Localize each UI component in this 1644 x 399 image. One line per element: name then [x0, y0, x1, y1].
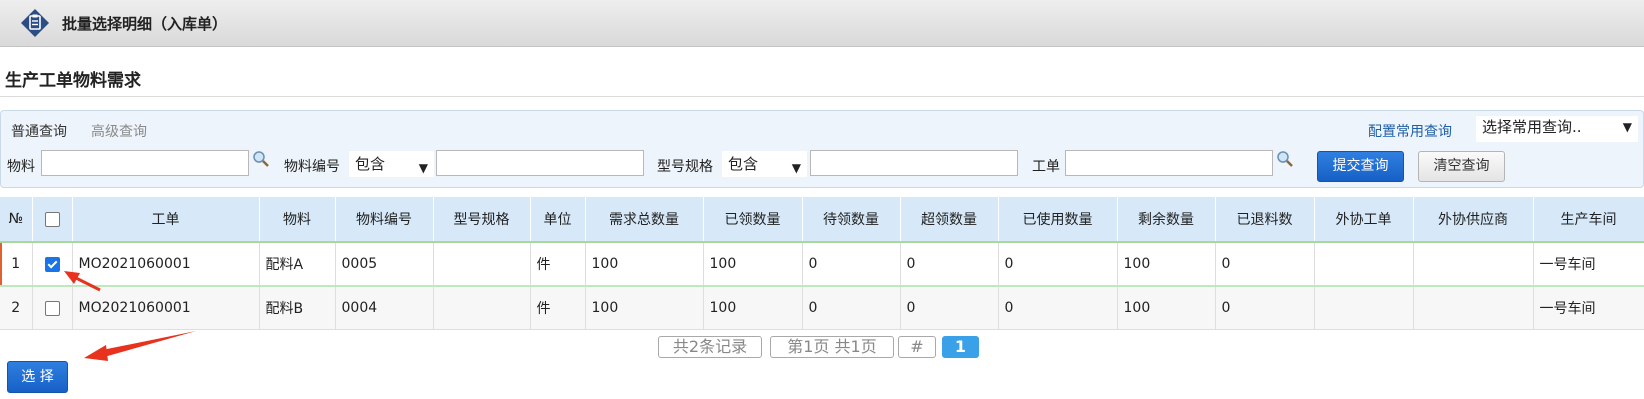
cell-over-qty: 0 — [900, 286, 999, 330]
work-order-input[interactable] — [1065, 150, 1273, 176]
cell-unit: 件 — [530, 242, 586, 287]
cell-returned-qty: 0 — [1215, 242, 1315, 287]
cell-used-qty: 0 — [998, 242, 1118, 287]
model-spec-operator-value: 包含 — [728, 155, 759, 173]
cell-remaining-qty: 100 — [1117, 242, 1216, 287]
row-checkbox[interactable] — [44, 256, 60, 272]
cell-material: 配料B — [259, 286, 336, 330]
pager-current-page[interactable]: 1 — [942, 336, 979, 358]
column-header-model-spec[interactable]: 型号规格 — [433, 197, 531, 243]
cell-material-code: 0004 — [335, 286, 434, 330]
cell-model-spec — [433, 242, 531, 287]
model-spec-label: 型号规格 — [657, 159, 713, 175]
cell-material-code: 0005 — [335, 242, 434, 287]
annotation-arrow-select-button — [84, 331, 196, 361]
cell-outsourced-supplier — [1413, 286, 1534, 330]
tab-advanced-query[interactable]: 高级查询 — [91, 121, 147, 141]
chevron-down-icon: ▼ — [418, 161, 428, 175]
cell-select — [32, 286, 73, 330]
tab-basic-query[interactable]: 普通查询 — [11, 121, 67, 141]
cell-work-order: MO2021060001 — [72, 242, 260, 287]
cell-required-qty: 100 — [585, 242, 704, 287]
material-code-operator-value: 包含 — [355, 155, 386, 173]
page-title: 生产工单物料需求 — [5, 71, 141, 91]
cell-outsourced-order — [1314, 242, 1414, 287]
cell-work-order: MO2021060001 — [72, 286, 260, 330]
cell-over-qty: 0 — [900, 242, 999, 287]
cell-model-spec — [433, 286, 531, 330]
column-header-outsourced-supplier[interactable]: 外协供应商 — [1413, 197, 1534, 243]
material-input[interactable] — [41, 150, 249, 176]
cell-pending-qty: 0 — [802, 286, 901, 330]
cell-pending-qty: 0 — [802, 242, 901, 287]
column-header-work-order[interactable]: 工单 — [72, 197, 260, 243]
column-header-returned-qty[interactable]: 已退料数 — [1215, 197, 1315, 243]
cell-remaining-qty: 100 — [1117, 286, 1216, 330]
search-icon[interactable] — [252, 150, 270, 168]
window-titlebar: 批量选择明细（入库单） — [0, 0, 1644, 47]
table-header-row: № 工单 物料 物料编号 型号规格 单位 需求总数量 已领数量 待领数量 超领数… — [0, 197, 1644, 243]
column-header-material[interactable]: 物料 — [259, 197, 336, 243]
column-header-received-qty[interactable]: 已领数量 — [703, 197, 803, 243]
cell-required-qty: 100 — [585, 286, 704, 330]
document-icon — [21, 9, 49, 37]
select-all-checkbox[interactable] — [44, 211, 60, 227]
column-header-remaining-qty[interactable]: 剩余数量 — [1117, 197, 1216, 243]
column-header-workshop[interactable]: 生产车间 — [1533, 197, 1644, 243]
material-code-input[interactable] — [436, 150, 644, 176]
cell-workshop: 一号车间 — [1533, 286, 1644, 330]
material-code-label: 物料编号 — [284, 159, 340, 175]
cell-no: 2 — [0, 286, 33, 330]
column-header-unit[interactable]: 单位 — [530, 197, 586, 243]
cell-no: 1 — [0, 242, 33, 287]
column-header-used-qty[interactable]: 已使用数量 — [998, 197, 1118, 243]
cell-material: 配料A — [259, 242, 336, 287]
cell-outsourced-order — [1314, 286, 1414, 330]
search-icon[interactable] — [1276, 150, 1294, 168]
table-row[interactable]: 2 MO2021060001 配料B 0004 件 100 100 0 0 0 … — [0, 286, 1644, 330]
materials-table: № 工单 物料 物料编号 型号规格 单位 需求总数量 已领数量 待领数量 超领数… — [0, 197, 1644, 330]
select-button[interactable]: 选 择 — [7, 361, 68, 393]
clear-query-button[interactable]: 清空查询 — [1418, 151, 1505, 182]
chevron-down-icon: ▼ — [1622, 120, 1632, 134]
work-order-label: 工单 — [1032, 159, 1060, 175]
common-query-select[interactable]: 选择常用查询.. ▼ — [1476, 116, 1638, 142]
model-spec-input[interactable] — [810, 150, 1018, 176]
model-spec-operator-select[interactable]: 包含 ▼ — [722, 151, 807, 177]
material-label: 物料 — [7, 159, 35, 175]
table-row[interactable]: 1 MO2021060001 配料A 0005 件 100 100 0 0 0 … — [0, 242, 1644, 287]
window-title: 批量选择明细（入库单） — [62, 15, 228, 33]
cell-select — [32, 242, 73, 287]
cell-unit: 件 — [530, 286, 586, 330]
cell-received-qty: 100 — [703, 242, 803, 287]
cell-workshop: 一号车间 — [1533, 242, 1644, 287]
submit-query-button[interactable]: 提交查询 — [1317, 151, 1404, 182]
configure-common-query-link[interactable]: 配置常用查询 — [1368, 121, 1452, 141]
column-header-pending-qty[interactable]: 待领数量 — [802, 197, 901, 243]
cell-outsourced-supplier — [1413, 242, 1534, 287]
column-header-required-qty[interactable]: 需求总数量 — [585, 197, 704, 243]
cell-received-qty: 100 — [703, 286, 803, 330]
column-header-material-code[interactable]: 物料编号 — [335, 197, 434, 243]
common-query-select-value: 选择常用查询.. — [1482, 118, 1582, 136]
chevron-down-icon: ▼ — [791, 161, 801, 175]
pager-total: 共2条记录 — [658, 336, 762, 358]
column-header-select-all — [32, 197, 73, 243]
cell-returned-qty: 0 — [1215, 286, 1315, 330]
column-header-outsourced-order[interactable]: 外协工单 — [1314, 197, 1414, 243]
cell-used-qty: 0 — [998, 286, 1118, 330]
row-checkbox[interactable] — [44, 300, 60, 316]
material-code-operator-select[interactable]: 包含 ▼ — [349, 151, 434, 177]
column-header-over-qty[interactable]: 超领数量 — [900, 197, 999, 243]
column-header-no: № — [0, 197, 33, 243]
divider — [0, 96, 1644, 97]
pager-page-info: 第1页 共1页 — [770, 336, 894, 358]
pager-jump[interactable]: # — [898, 336, 936, 358]
